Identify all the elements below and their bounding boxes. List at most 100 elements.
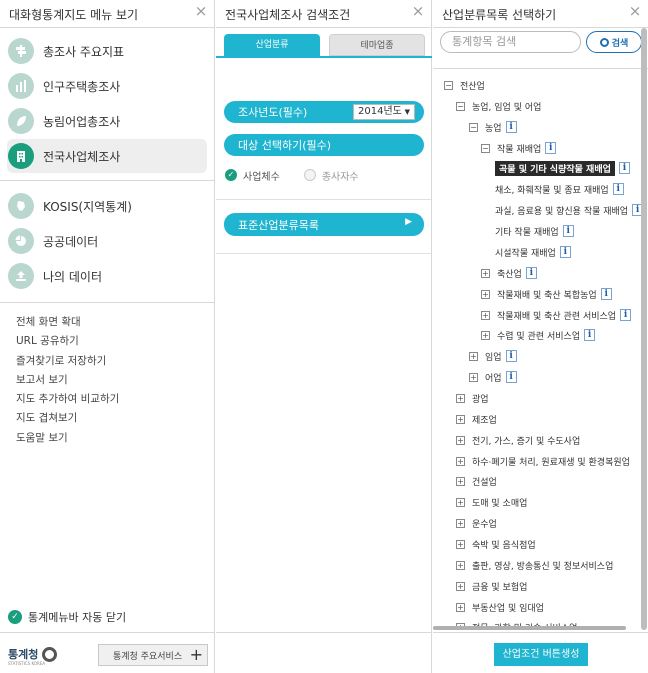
expand-icon[interactable]: +	[481, 289, 490, 299]
industry-search-button[interactable]: 검색	[586, 31, 642, 53]
tree-node[interactable]: 기타 작물 재배업 i	[495, 224, 574, 238]
tree-node[interactable]: 곡물 및 기타 식량작물 재배업 i	[495, 160, 630, 176]
tree-node-label[interactable]: 기타 작물 재배업	[495, 225, 559, 238]
menu-item-kosis[interactable]: KOSIS(지역통계)	[7, 189, 207, 223]
tree-node[interactable]: + 임업 i	[469, 349, 517, 363]
info-icon[interactable]: i	[505, 371, 517, 383]
collapse-icon[interactable]: −	[469, 122, 478, 132]
tree-node-label[interactable]: 제조업	[472, 413, 497, 426]
tree-node[interactable]: + 어업 i	[469, 370, 517, 384]
tree-node[interactable]: + 작물재배 및 축산 복합농업 i	[481, 287, 612, 301]
close-icon[interactable]: ×	[194, 4, 208, 19]
tree-node-label[interactable]: 임업	[485, 350, 502, 363]
tree-node[interactable]: + 광업	[456, 391, 489, 405]
tree-node[interactable]: − 전산업	[444, 78, 485, 92]
tree-node[interactable]: + 금융 및 보험업	[456, 579, 527, 593]
expand-icon[interactable]: +	[456, 414, 465, 424]
close-icon[interactable]: ×	[411, 4, 425, 19]
radio-business-count[interactable]: ✓ 사업체수	[225, 168, 280, 183]
auto-close-toggle[interactable]: ✓ 통계메뉴바 자동 닫기	[8, 609, 126, 625]
menu-item-public-data[interactable]: 공공데이터	[7, 224, 207, 258]
link-bookmark[interactable]: 즐겨찾기로 저장하기	[16, 352, 214, 371]
info-icon[interactable]: i	[562, 225, 574, 237]
info-icon[interactable]: i	[559, 246, 571, 258]
collapse-icon[interactable]: −	[481, 143, 490, 153]
tree-node[interactable]: + 하수·폐기물 처리, 원료재생 및 환경복원업	[456, 454, 630, 468]
industry-search-input[interactable]: 통계항목 검색	[440, 31, 581, 53]
tree-node[interactable]: + 제조업	[456, 412, 497, 426]
info-icon[interactable]: i	[618, 162, 630, 174]
expand-icon[interactable]: +	[456, 476, 465, 486]
tree-node-label[interactable]: 운수업	[472, 517, 497, 530]
menu-item-business-survey[interactable]: 전국사업체조사	[7, 139, 207, 173]
expand-icon[interactable]: +	[456, 518, 465, 528]
expand-icon[interactable]: +	[481, 268, 490, 278]
expand-icon[interactable]: +	[456, 539, 465, 549]
info-icon[interactable]: i	[584, 329, 596, 341]
expand-icon[interactable]: +	[469, 372, 478, 382]
expand-icon[interactable]: +	[456, 497, 465, 507]
tree-node-label[interactable]: 전산업	[460, 79, 485, 92]
expand-icon[interactable]: +	[481, 310, 490, 320]
tree-node[interactable]: + 건설업	[456, 474, 497, 488]
tree-node-label[interactable]: 하수·폐기물 처리, 원료재생 및 환경복원업	[472, 455, 630, 468]
tree-node[interactable]: + 운수업	[456, 516, 497, 530]
tree-node[interactable]: + 부동산업 및 임대업	[456, 600, 544, 614]
tab-industry-classification[interactable]: 산업분류	[224, 34, 320, 56]
radio-employee-count[interactable]: 종사자수	[303, 168, 359, 183]
tree-node[interactable]: + 전기, 가스, 증기 및 수도사업	[456, 433, 580, 447]
link-help[interactable]: 도움말 보기	[16, 429, 214, 448]
expand-icon[interactable]: +	[456, 602, 465, 612]
standard-classification-button[interactable]: 표준산업분류목록 ▶	[224, 213, 424, 236]
expand-icon[interactable]: +	[456, 581, 465, 591]
expand-icon[interactable]: +	[481, 330, 490, 340]
scrollbar-thumb[interactable]	[641, 28, 647, 630]
tree-node-label[interactable]: 숙박 및 음식점업	[472, 538, 536, 551]
info-icon[interactable]: i	[600, 288, 612, 300]
menu-item-agriculture-census[interactable]: 농림어업총조사	[7, 104, 207, 138]
tree-node-label[interactable]: 작물재배 및 축산 복합농업	[497, 288, 597, 301]
horizontal-scrollbar[interactable]	[433, 626, 626, 630]
expand-icon[interactable]: +	[456, 456, 465, 466]
tree-node[interactable]: 과실, 음료용 및 향신용 작물 재배업 i	[495, 203, 644, 217]
tree-node-label[interactable]: 작물 재배업	[497, 142, 541, 155]
tree-node-label[interactable]: 곡물 및 기타 식량작물 재배업	[495, 160, 615, 176]
tree-node[interactable]: + 수렵 및 관련 서비스업 i	[481, 328, 596, 342]
tree-node-label[interactable]: 금융 및 보험업	[472, 580, 527, 593]
collapse-icon[interactable]: −	[456, 101, 465, 111]
tree-node[interactable]: + 축산업 i	[481, 266, 537, 280]
tree-node-label[interactable]: 채소, 화훼작물 및 종묘 재배업	[495, 183, 609, 196]
tree-node-label[interactable]: 농업, 임업 및 어업	[472, 100, 541, 113]
info-icon[interactable]: i	[620, 309, 632, 321]
tree-node-label[interactable]: 출판, 영상, 방송통신 및 정보서비스업	[472, 559, 613, 572]
tree-node[interactable]: + 작물재배 및 축산 관련 서비스업 i	[481, 308, 632, 322]
main-services-button[interactable]: 통계청 주요서비스 +	[98, 644, 208, 666]
tree-node-label[interactable]: 광업	[472, 392, 489, 405]
vertical-scrollbar[interactable]	[641, 28, 647, 630]
tree-node-label[interactable]: 부동산업 및 임대업	[472, 601, 544, 614]
expand-icon[interactable]: +	[456, 435, 465, 445]
tree-node[interactable]: − 농업 i	[469, 120, 517, 134]
tree-node[interactable]: + 도매 및 소매업	[456, 495, 527, 509]
tree-node-label[interactable]: 작물재배 및 축산 관련 서비스업	[497, 309, 616, 322]
tree-node[interactable]: 채소, 화훼작물 및 종묘 재배업 i	[495, 182, 624, 196]
tree-node-label[interactable]: 농업	[485, 121, 502, 134]
link-report[interactable]: 보고서 보기	[16, 371, 214, 390]
menu-item-population-census[interactable]: 인구주택총조사	[7, 69, 207, 103]
menu-item-my-data[interactable]: 나의 데이터	[7, 259, 207, 293]
target-select-pill[interactable]: 대상 선택하기(필수)	[224, 134, 424, 156]
tab-theme-business[interactable]: 테마업종	[329, 34, 425, 56]
info-icon[interactable]: i	[505, 121, 517, 133]
link-overlay-map[interactable]: 지도 겹쳐보기	[16, 409, 214, 428]
info-icon[interactable]: i	[612, 183, 624, 195]
tree-node-label[interactable]: 어업	[485, 371, 502, 384]
info-icon[interactable]: i	[505, 350, 517, 362]
menu-item-key-indicators[interactable]: 총조사 주요지표	[7, 34, 207, 68]
link-compare-map[interactable]: 지도 추가하여 비교하기	[16, 390, 214, 409]
tree-node[interactable]: 시설작물 재배업 i	[495, 245, 571, 259]
tree-node[interactable]: + 숙박 및 음식점업	[456, 537, 536, 551]
generate-condition-button[interactable]: 산업조건 버튼생성	[494, 643, 588, 666]
survey-year-select[interactable]: 2014년도 ▼	[353, 104, 415, 120]
info-icon[interactable]: i	[545, 142, 557, 154]
close-icon[interactable]: ×	[628, 4, 642, 19]
